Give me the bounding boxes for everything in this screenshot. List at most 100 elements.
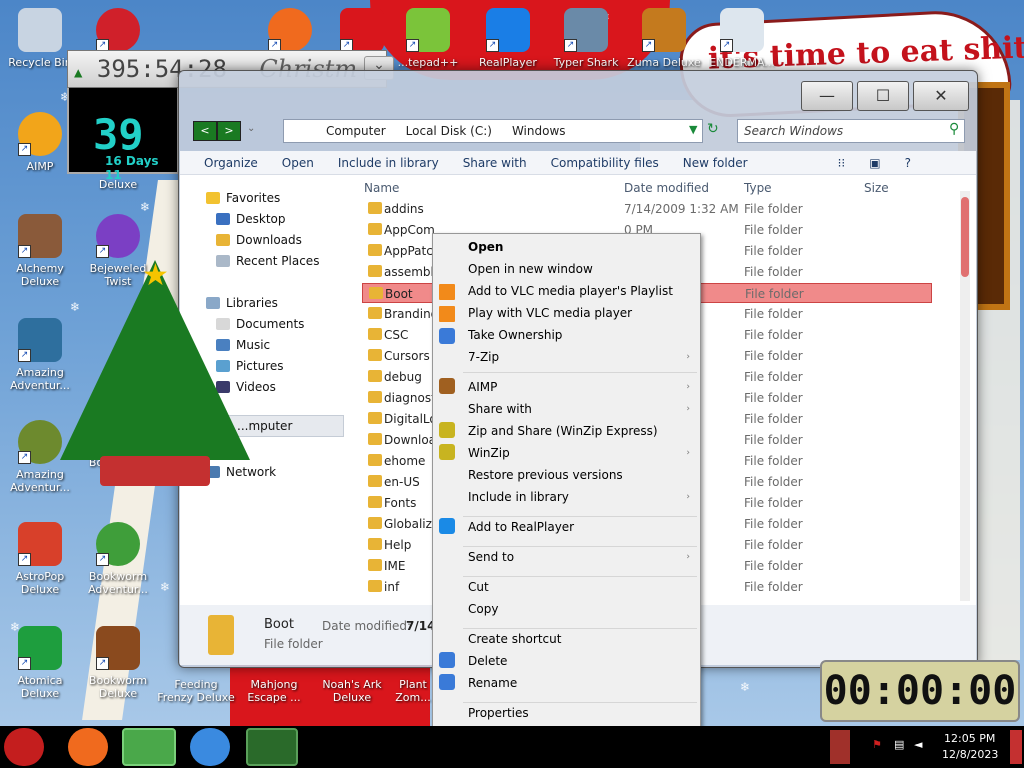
breadcrumb-windows[interactable]: Windows xyxy=(512,124,566,138)
desktop-icon-realplayer[interactable]: ↗ RealPlayer xyxy=(468,8,548,69)
organize-button[interactable]: Organize xyxy=(204,156,258,170)
folder-icon xyxy=(368,202,382,214)
context-menu-item[interactable]: WinZip xyxy=(468,446,510,460)
clock-gadget[interactable]: 00:00:00 xyxy=(820,660,1020,722)
start-button-santa-icon[interactable] xyxy=(4,728,44,766)
scrollbar-thumb[interactable] xyxy=(961,197,969,277)
compatibility-files-button[interactable]: Compatibility files xyxy=(551,156,659,170)
desktop-icon-bookworm-adventures[interactable]: ↗ Bookworm Adventur... xyxy=(78,522,158,596)
folder-icon xyxy=(368,349,382,361)
vertical-scrollbar[interactable] xyxy=(960,191,970,601)
column-header-size[interactable]: Size xyxy=(864,181,889,195)
context-menu-item[interactable]: Restore previous versions xyxy=(468,468,623,482)
desktop-icon-app[interactable]: ↗ xyxy=(78,8,158,56)
taskbar-date[interactable]: 12/8/2023 xyxy=(942,748,998,761)
forward-button[interactable]: > xyxy=(217,121,241,141)
view-options-icon[interactable]: ⁝⁝ xyxy=(838,156,846,170)
open-button[interactable]: Open xyxy=(282,156,314,170)
column-header-type[interactable]: Type xyxy=(744,181,772,195)
winzip-icon xyxy=(439,422,455,438)
context-menu-item[interactable]: Take Ownership xyxy=(468,328,562,342)
desktop-icon-typer-shark[interactable]: ↗ Typer Shark xyxy=(546,8,626,69)
help-icon[interactable]: ? xyxy=(905,156,911,170)
desktop-icon-zuma-deluxe[interactable]: ↗ Zuma Deluxe xyxy=(624,8,704,69)
minimize-button[interactable]: — xyxy=(801,81,853,111)
file-type: File folder xyxy=(744,265,803,279)
file-name: Downloa xyxy=(384,433,437,447)
network-tray-icon[interactable]: ▤ xyxy=(894,738,904,751)
context-menu-item[interactable]: Rename xyxy=(468,676,517,690)
nav-downloads[interactable]: Downloads xyxy=(216,233,302,247)
shortcut-arrow-icon: ↗ xyxy=(96,657,109,670)
share-with-button[interactable]: Share with xyxy=(463,156,527,170)
desktop-icon-deluxe[interactable]: Deluxe xyxy=(78,178,158,191)
chrome-taskbar-icon[interactable] xyxy=(190,728,230,766)
preview-pane-icon[interactable]: ▣ xyxy=(869,156,880,170)
desktop-icon xyxy=(216,213,230,225)
file-row[interactable]: addins 7/14/2009 1:32 AM File folder xyxy=(362,199,932,219)
desktop-icon-atomica[interactable]: ↗ Atomica Deluxe xyxy=(0,626,80,700)
nav-desktop[interactable]: Desktop xyxy=(216,212,286,226)
address-dropdown-icon[interactable]: ▼ xyxy=(689,123,697,136)
desktop-icon-feeding-frenzy[interactable]: Feeding Frenzy Deluxe xyxy=(156,678,236,704)
desktop-icon-plants-zombies[interactable]: Plant Zom... xyxy=(390,678,436,704)
context-menu-item[interactable]: Copy xyxy=(468,602,498,616)
desktop-icon-noahs-ark[interactable]: Noah's Ark Deluxe xyxy=(312,678,392,704)
column-header-date[interactable]: Date modified xyxy=(624,181,709,195)
context-menu-item[interactable]: Play with VLC media player xyxy=(468,306,632,320)
context-menu-item[interactable]: Zip and Share (WinZip Express) xyxy=(468,424,658,438)
context-menu-item[interactable]: Delete xyxy=(468,654,507,668)
search-input[interactable]: Search Windows xyxy=(737,119,965,143)
breadcrumb-computer[interactable]: Computer xyxy=(326,124,386,138)
refresh-icon[interactable]: ↻ xyxy=(707,121,719,137)
recent-pages-chevron-icon[interactable]: ⌄ xyxy=(247,123,255,134)
shortcut-arrow-icon: ↗ xyxy=(96,553,109,566)
context-menu-item[interactable]: Open xyxy=(468,240,503,254)
firefox-taskbar-icon[interactable] xyxy=(68,728,108,766)
context-menu-item[interactable]: Properties xyxy=(468,706,529,720)
show-hidden-icons-icon[interactable] xyxy=(830,730,850,764)
column-header-name[interactable]: Name xyxy=(364,181,399,195)
search-icon[interactable]: ⚲ xyxy=(949,121,959,137)
context-menu-item[interactable]: AIMP xyxy=(468,380,497,394)
maximize-button[interactable]: ☐ xyxy=(857,81,909,111)
desktop-icon-firefox[interactable]: ↗ xyxy=(250,8,330,56)
folder-icon xyxy=(368,307,382,319)
nav-favorites[interactable]: Favorites xyxy=(206,191,280,205)
new-folder-button[interactable]: New folder xyxy=(683,156,748,170)
file-type: File folder xyxy=(744,349,803,363)
desktop-icon-bookworm-deluxe[interactable]: ↗ Bookworm Deluxe xyxy=(78,626,158,700)
breadcrumb-local-disk[interactable]: Local Disk (C:) xyxy=(406,124,492,138)
desktop-icon-notepad-plus[interactable]: ↗ ...tepad++ xyxy=(388,8,468,69)
close-button[interactable]: ✕ xyxy=(913,81,969,111)
context-menu-item[interactable]: Add to RealPlayer xyxy=(468,520,574,534)
christmas-tree-taskbar-icon[interactable] xyxy=(246,728,298,766)
context-menu-item[interactable]: Send to xyxy=(468,550,514,564)
file-type: File folder xyxy=(744,391,803,405)
notepad-plus-icon: ↗ xyxy=(406,8,450,52)
context-menu-item[interactable]: Create shortcut xyxy=(468,632,561,646)
taskbar-time[interactable]: 12:05 PM xyxy=(944,732,995,745)
include-in-library-button[interactable]: Include in library xyxy=(338,156,439,170)
explorer-taskbar-icon[interactable] xyxy=(122,728,176,766)
app-icon: ↗ xyxy=(96,8,140,52)
context-menu-item[interactable]: Cut xyxy=(468,580,489,594)
context-menu-item[interactable]: 7-Zip xyxy=(468,350,499,364)
desktop-icon-mahjong-escape[interactable]: Mahjong Escape ... xyxy=(234,678,314,704)
context-menu-item[interactable]: Include in library xyxy=(468,490,569,504)
context-menu-item[interactable]: Add to VLC media player's Playlist xyxy=(468,284,673,298)
downloads-icon xyxy=(216,234,230,246)
shortcut-arrow-icon: ↗ xyxy=(18,349,31,362)
context-menu: Open Open in new window Add to VLC media p… xyxy=(432,233,701,728)
desktop-icon-astropop[interactable]: ↗ AstroPop Deluxe xyxy=(0,522,80,596)
breadcrumb[interactable]: Computer Local Disk (C:) Windows xyxy=(283,119,703,143)
context-menu-item[interactable]: Open in new window xyxy=(468,262,593,276)
desktop-icon-enderman[interactable]: ↗ ENDERMA... xyxy=(702,8,782,69)
action-center-icon[interactable]: ⚑ xyxy=(872,738,882,751)
context-menu-item[interactable]: Share with xyxy=(468,402,532,416)
show-desktop-button[interactable] xyxy=(1010,730,1022,764)
back-button[interactable]: < xyxy=(193,121,217,141)
file-name: Globaliza xyxy=(384,517,440,531)
volume-icon[interactable]: ◄ xyxy=(914,738,922,751)
nav-network[interactable]: Network xyxy=(206,465,276,479)
